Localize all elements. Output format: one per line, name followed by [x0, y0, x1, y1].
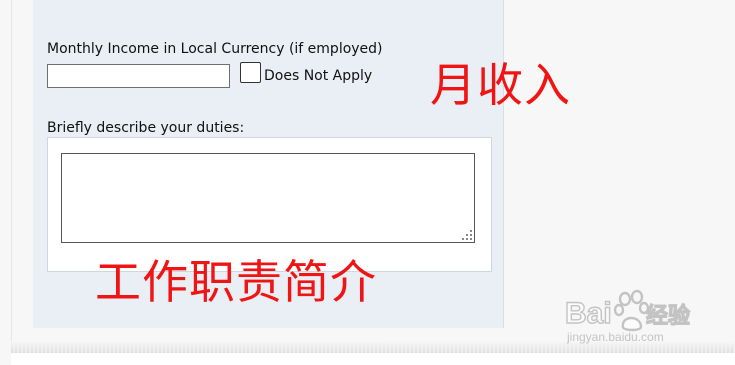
svg-text:Bai: Bai — [565, 297, 612, 330]
watermark-url: jingyan.baidu.com — [566, 330, 664, 344]
duties-label: Briefly describe your duties: — [47, 120, 245, 136]
svg-text:经验: 经验 — [646, 303, 690, 328]
baidu-jingyan-watermark: Bai 经验 jingyan.baidu.com — [564, 283, 715, 345]
does-not-apply-label[interactable]: Does Not Apply — [264, 68, 372, 84]
baidu-paw-logo-icon: Bai 经验 jingyan.baidu.com — [564, 289, 691, 344]
duties-textarea[interactable] — [61, 153, 475, 243]
does-not-apply-checkbox[interactable] — [240, 62, 261, 83]
income-input[interactable] — [47, 64, 230, 88]
annotation-duties: 工作职责简介 — [95, 255, 377, 309]
income-label: Monthly Income in Local Currency (if emp… — [47, 41, 383, 57]
page-bottom-strip — [11, 353, 735, 365]
resize-grip-icon[interactable] — [460, 230, 472, 240]
annotation-income: 月收入 — [430, 58, 571, 112]
